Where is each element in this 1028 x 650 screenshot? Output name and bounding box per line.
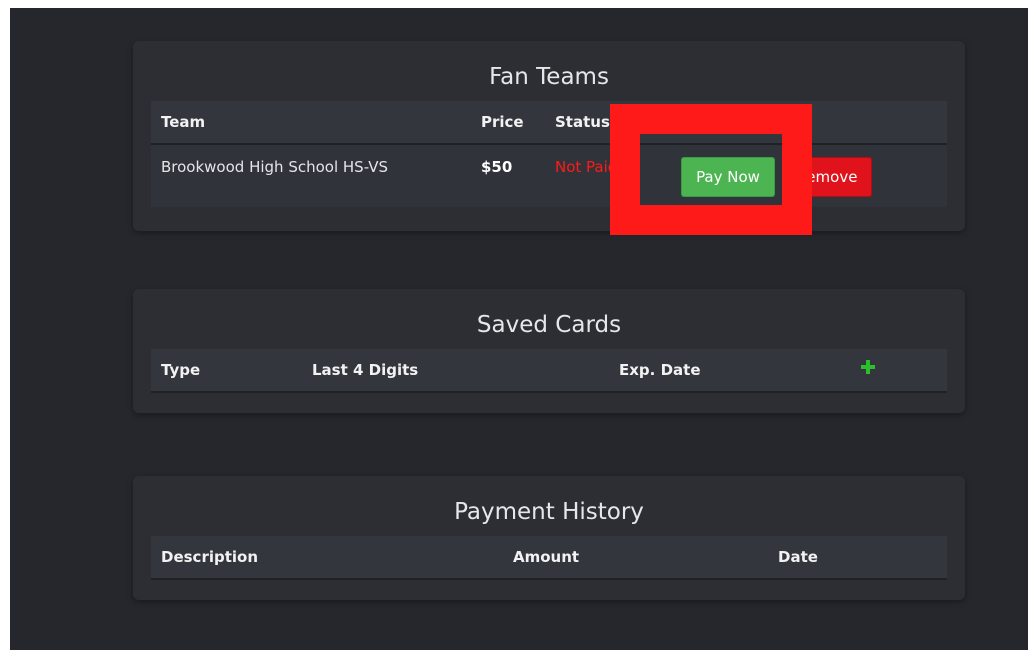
column-description: Description <box>161 548 259 566</box>
column-type: Type <box>161 361 201 379</box>
fan-teams-header: Team Price Status <box>151 101 947 145</box>
plus-icon[interactable] <box>861 360 875 374</box>
fan-teams-panel: Fan Teams Team Price Status Brookwood Hi… <box>133 41 965 231</box>
column-team: Team <box>161 113 206 131</box>
team-name: Brookwood High School HS-VS <box>161 158 389 176</box>
saved-cards-panel: Saved Cards Type Last 4 Digits Exp. Date <box>133 289 965 413</box>
column-date: Date <box>778 548 818 566</box>
status-badge: Not Paid <box>555 158 618 176</box>
payment-history-header: Description Amount Date <box>151 536 947 580</box>
payment-history-title: Payment History <box>454 499 644 525</box>
app-screen: Fan Teams Team Price Status Brookwood Hi… <box>10 8 1028 650</box>
saved-cards-header: Type Last 4 Digits Exp. Date <box>151 349 947 393</box>
column-status: Status <box>555 113 610 131</box>
column-last-4-digits: Last 4 Digits <box>312 361 419 379</box>
pay-now-button[interactable]: Pay Now <box>681 157 775 197</box>
saved-cards-title: Saved Cards <box>476 312 622 338</box>
payment-history-panel: Payment History Description Amount Date <box>133 476 965 600</box>
column-price: Price <box>481 113 524 131</box>
column-exp-date: Exp. Date <box>619 361 701 379</box>
fan-teams-title: Fan Teams <box>489 64 609 90</box>
table-row: Brookwood High School HS-VS $50 Not Paid… <box>151 145 947 207</box>
remove-button[interactable]: Remove <box>782 157 872 197</box>
team-price: $50 <box>481 158 513 176</box>
column-amount: Amount <box>513 548 580 566</box>
